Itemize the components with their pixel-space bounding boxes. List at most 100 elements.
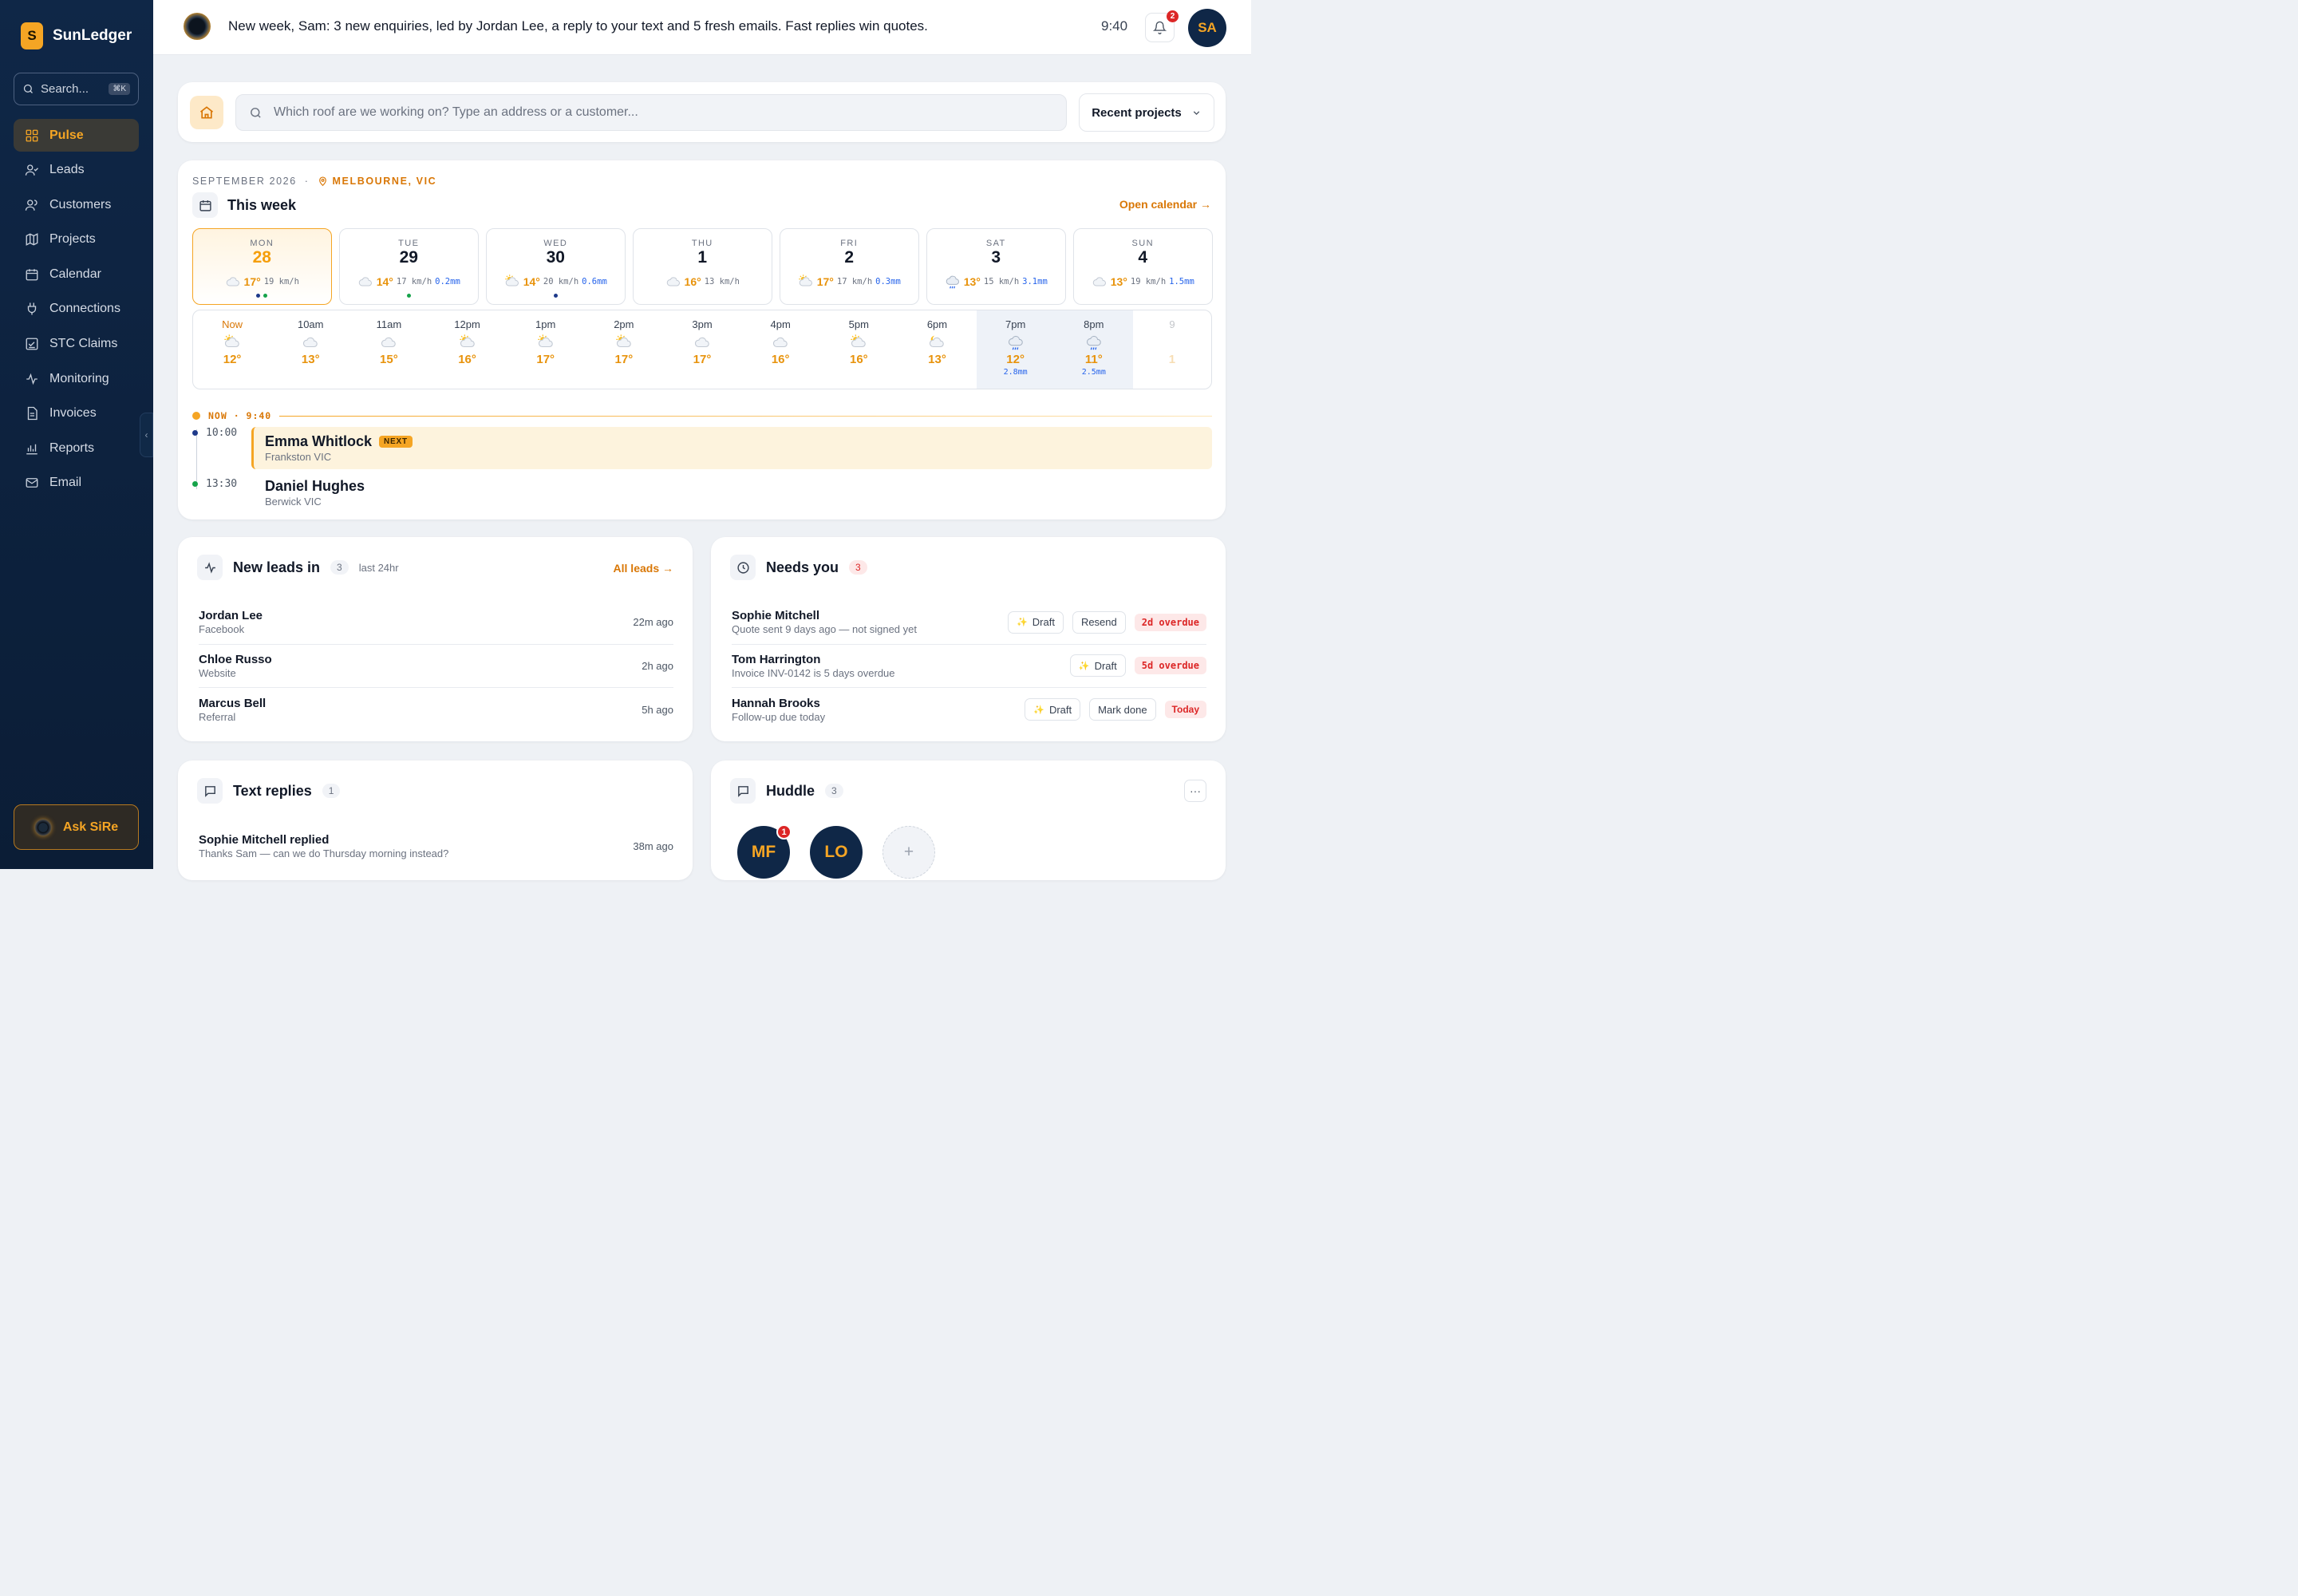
add-member-button[interactable]: +: [882, 826, 935, 879]
day-date: 28: [252, 248, 271, 267]
sidebar-item-email[interactable]: Email: [14, 467, 139, 500]
draft-button[interactable]: ✨ Draft: [1008, 610, 1064, 634]
new-leads-header: New leads in 3 last 24hr: [197, 555, 399, 580]
cloud-icon: [349, 334, 428, 351]
sidebar-item-label: Pulse: [49, 128, 84, 142]
hour-label: 11am: [376, 318, 402, 330]
huddle-header: Huddle 3: [730, 778, 843, 804]
new-leads-card: New leads in 3 last 24hr All leads → Jor…: [178, 537, 693, 741]
day-rain: 0.6mm: [582, 277, 607, 286]
appointment-card[interactable]: Emma Whitlock NEXT Frankston VIC: [251, 427, 1212, 469]
day-wind: 19 km/h: [263, 277, 299, 286]
member-initials: LO: [824, 843, 848, 861]
huddle-member-avatar[interactable]: MF 1: [737, 824, 792, 879]
search-placeholder: Search...: [41, 82, 89, 96]
sidebar-item-pulse[interactable]: Pulse: [14, 119, 139, 152]
hour-temp: 16°: [849, 353, 868, 366]
day-name: THU: [691, 239, 713, 248]
appointment-next[interactable]: 10:00 Emma Whitlock NEXT Frankston VIC: [192, 427, 1212, 469]
notifications-button[interactable]: 2: [1145, 10, 1179, 42]
sire-orb-icon: [34, 818, 52, 836]
calendar-icon: [25, 267, 39, 282]
day-date: 3: [991, 248, 1001, 267]
sidebar-search-input[interactable]: Search... ⌘K: [14, 73, 139, 105]
sidebar-item-monitoring[interactable]: Monitoring: [14, 362, 139, 395]
brand[interactable]: S SunLedger: [21, 22, 132, 49]
all-leads-link[interactable]: All leads →: [614, 562, 673, 575]
sidebar-item-connections[interactable]: Connections: [14, 293, 139, 326]
hour-label: 5pm: [848, 318, 869, 330]
sidebar-item-projects[interactable]: Projects: [14, 223, 139, 256]
day-mon[interactable]: MON 28 17° 19 km/h: [192, 228, 332, 305]
lead-row[interactable]: Chloe Russo Website 2h ago: [199, 645, 673, 688]
status-badge: 2d overdue: [1134, 613, 1206, 631]
hour-label: 3pm: [692, 318, 713, 330]
collapse-sidebar-button[interactable]: ‹: [140, 413, 153, 457]
week-header: This week: [192, 192, 296, 218]
sidebar-item-calendar[interactable]: Calendar: [14, 258, 139, 290]
sparkle-icon: ✨: [1017, 618, 1028, 628]
sidebar-item-label: Connections: [49, 302, 120, 316]
activity-icon: [25, 372, 39, 386]
hour-temp: 12°: [1006, 353, 1025, 366]
lead-row[interactable]: Jordan Lee Facebook 22m ago: [199, 601, 673, 645]
user-avatar[interactable]: SA: [1188, 9, 1226, 47]
sidebar-item-leads[interactable]: Leads: [14, 154, 139, 187]
day-tue[interactable]: TUE 29 14° 17 km/h 0.2mm: [339, 228, 479, 305]
needs-you-title: Needs you: [766, 559, 839, 575]
draft-label: Draft: [1032, 616, 1055, 629]
open-calendar-link[interactable]: Open calendar →: [1119, 198, 1211, 211]
day-date: 29: [399, 248, 418, 267]
day-sun[interactable]: SUN 4 13° 19 km/h 1.5mm: [1073, 228, 1213, 305]
resend-button[interactable]: Resend: [1072, 610, 1126, 634]
day-rain: 1.5mm: [1169, 277, 1194, 286]
day-weather: 14° 17 km/h 0.2mm: [340, 274, 478, 290]
draft-button[interactable]: ✨ Draft: [1069, 654, 1126, 678]
cloud-icon: [225, 274, 241, 290]
appointment[interactable]: 13:30 Daniel Hughes Berwick VIC: [192, 478, 378, 508]
day-wind: 13 km/h: [704, 277, 740, 286]
day-wind: 20 km/h: [543, 277, 579, 286]
assistant-orb-icon[interactable]: [184, 13, 211, 40]
needs-actions: ✨ Draft Resend 2d overdue: [1008, 610, 1206, 634]
sidebar-item-label: Leads: [49, 163, 85, 177]
lead-row[interactable]: Marcus Bell Referral 5h ago: [199, 688, 673, 732]
appointment-card[interactable]: Daniel Hughes Berwick VIC: [251, 478, 378, 508]
sidebar-item-stc-claims[interactable]: STC Claims: [14, 328, 139, 361]
sidebar: S SunLedger Search... ⌘K Pulse Leads Custo…: [0, 0, 153, 869]
hour-now: Now 12°: [193, 310, 271, 389]
hour-2pm: 2pm 17°: [585, 310, 663, 389]
sidebar-item-reports[interactable]: Reports: [14, 432, 139, 464]
briefing-message: New week, Sam: 3 new enquiries, led by J…: [228, 18, 928, 34]
huddle-more-button[interactable]: ···: [1184, 780, 1206, 802]
hour-label: 2pm: [614, 318, 634, 330]
draft-button[interactable]: ✨ Draft: [1025, 698, 1081, 721]
hour-rain: 2.5mm: [1081, 368, 1106, 377]
huddle-member-avatar[interactable]: LO: [810, 826, 863, 879]
appointment-customer: Daniel Hughes: [265, 478, 365, 494]
ask-sire-button[interactable]: Ask SiRe: [14, 804, 139, 850]
sidebar-item-customers[interactable]: Customers: [14, 188, 139, 221]
home-button[interactable]: [190, 96, 223, 129]
text-reply-row[interactable]: Sophie Mitchell replied Thanks Sam — can …: [199, 824, 673, 868]
rain-icon: [945, 274, 961, 290]
day-wed[interactable]: WED 30 14° 20 km/h 0.6mm: [486, 228, 626, 305]
leads-list: Jordan Lee Facebook 22m ago Chloe Russo Webs…: [199, 601, 673, 732]
day-fri[interactable]: FRI 2 17° 17 km/h 0.3mm: [780, 228, 919, 305]
hourly-forecast[interactable]: Now 12° 10am 13° 11am 15° 12pm 16° 1pm 17° 2pm 17° 3…: [192, 310, 1212, 389]
lead-source: Facebook: [199, 623, 245, 636]
hour-temp: 11°: [1084, 353, 1103, 366]
sun-cloud-icon: [428, 334, 506, 351]
sidebar-item-invoices[interactable]: Invoices: [14, 397, 139, 430]
hour-temp: 16°: [771, 353, 790, 366]
day-thu[interactable]: THU 1 16° 13 km/h: [633, 228, 772, 305]
mark-done-button[interactable]: Mark done: [1089, 698, 1156, 721]
recent-projects-dropdown[interactable]: Recent projects: [1079, 93, 1214, 132]
hour-label: 1pm: [535, 318, 556, 330]
address-search-input[interactable]: Which roof are we working on? Type an ad…: [235, 94, 1067, 131]
appointment-time: 10:00: [192, 427, 251, 439]
hour-temp: 15°: [380, 353, 398, 366]
day-sat[interactable]: SAT 3 13° 15 km/h 3.1mm: [926, 228, 1066, 305]
draft-label: Draft: [1094, 659, 1117, 672]
week-meta: SEPTEMBER 2026 · MELBOURNE, VIC: [192, 176, 436, 187]
